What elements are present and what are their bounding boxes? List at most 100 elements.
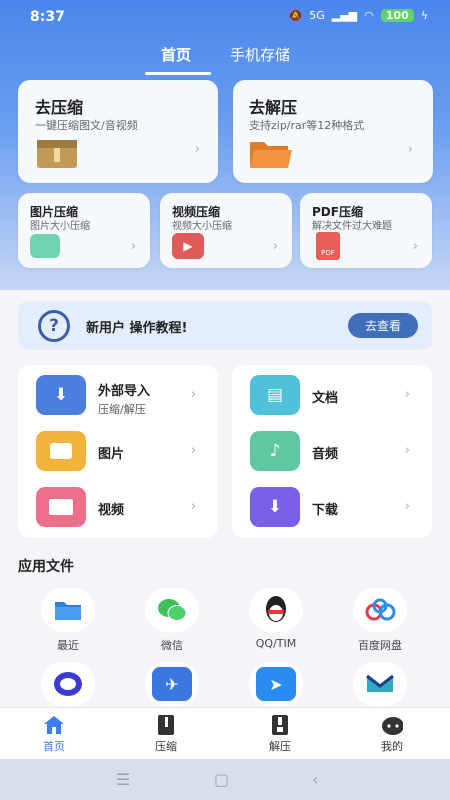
app-item[interactable] [35,662,101,706]
app-label: QQ/TIM [255,637,297,650]
chevron-right-icon: › [412,239,418,254]
app-label: 百度网盘 [358,639,402,652]
charging-icon: ϟ [420,9,428,22]
nav-profile[interactable]: 我的 [362,714,422,754]
image-compress-subtitle: 图片大小压缩 [30,221,90,232]
app-recent[interactable]: 最近 [35,588,101,653]
document-icon: ▤ [250,375,300,415]
tab-phone-storage[interactable]: 手机存储 [230,44,290,65]
decompress-card-subtitle: 支持zip/rar等12种格式 [249,119,365,132]
import-label: 外部导入 [98,384,151,399]
documents-label: 文档 [312,391,339,406]
nav-home[interactable]: 首页 [24,714,84,754]
list-item-documents[interactable]: ▤ 文档 › [232,369,432,419]
chevron-right-icon: › [190,387,196,402]
app-baidu-netdisk[interactable]: 百度网盘 [347,588,413,653]
zip-file-icon [155,714,177,736]
app-qq-tim[interactable]: QQ/TIM [243,588,309,650]
send-icon: ➤ [249,662,303,706]
archive-box-icon [35,136,79,174]
profile-icon [381,714,403,736]
audio-label: 音频 [312,447,339,462]
list-item-import[interactable]: ⬇ 外部导入 压缩/解压 › [18,369,218,419]
chevron-right-icon: › [190,499,196,514]
chevron-right-icon: › [190,443,196,458]
pictures-label: 图片 [98,447,125,462]
unzip-file-icon [269,714,291,736]
bottom-nav: 首页 压缩 解压 我的 [0,707,450,759]
banner-text: 新用户 操作教程! [86,321,188,336]
list-item-audio[interactable]: ♪ 音频 › [232,425,432,475]
view-tutorial-button[interactable]: 去查看 [348,313,418,338]
nav-profile-label: 我的 [381,740,403,753]
chevron-right-icon: › [272,239,278,254]
pdf-compress-card[interactable]: PDF压缩 解决文件过大难题 PDF › [300,193,432,268]
list-item-downloads[interactable]: ⬇ 下载 › [232,481,432,531]
app-item[interactable]: ➤ [243,662,309,706]
nav-decompress[interactable]: 解压 [250,714,310,754]
home-square-icon[interactable]: ▢ [214,770,229,789]
signal-icon: ▂▄▆ [331,9,358,22]
system-nav-bar: ☰ ▢ ‹ [0,759,450,800]
help-icon: ? [38,310,70,342]
inbox-icon [353,662,407,706]
chevron-right-icon: › [130,239,136,254]
home-icon [43,714,65,736]
menu-icon[interactable]: ☰ [116,770,130,789]
app-label: 微信 [161,639,183,652]
app-label: 最近 [57,639,79,652]
compress-card-subtitle: 一键压缩图文/音视频 [35,119,138,132]
app-item[interactable]: ✈ [139,662,205,706]
list-item-videos[interactable]: 视频 › [18,481,218,531]
network-label: 5G [309,9,325,22]
list-item-pictures[interactable]: 图片 › [18,425,218,475]
mute-icon: 🔕 [288,9,303,22]
chevron-right-icon: › [404,499,410,514]
picture-icon [36,431,86,471]
nav-decompress-label: 解压 [269,740,291,753]
chevron-right-icon: › [404,387,410,402]
nav-compress-label: 压缩 [155,740,177,753]
nav-compress[interactable]: 压缩 [136,714,196,754]
video-icon [36,487,86,527]
paper-plane-icon: ✈ [145,662,199,706]
top-tabs: 首页 手机存储 [0,44,450,75]
wifi-icon: ◠ [364,9,374,22]
import-sublabel: 压缩/解压 [98,403,146,416]
app-wechat[interactable]: 微信 [139,588,205,653]
wechat-icon [145,588,199,632]
videos-label: 视频 [98,503,125,518]
pdf-compress-subtitle: 解决文件过大难题 [312,221,392,232]
pdf-icon: PDF [316,232,340,260]
image-compress-card[interactable]: 图片压缩 图片大小压缩 › [18,193,150,268]
chat-bubble-icon [41,662,95,706]
video-compress-card[interactable]: 视频压缩 视频大小压缩 ▶ › [160,193,292,268]
status-bar: 8:37 🔕 5G ▂▄▆ ◠ 100 ϟ [0,0,450,34]
video-compress-subtitle: 视频大小压缩 [172,221,232,232]
downloads-label: 下载 [312,503,339,518]
chevron-right-icon: › [404,443,410,458]
compress-card-title: 去压缩 [35,98,84,117]
download-icon: ⬇ [36,375,86,415]
decompress-card[interactable]: 去解压 支持zip/rar等12种格式 › [233,80,433,183]
battery-badge: 100 [380,9,414,22]
nav-home-label: 首页 [43,740,65,753]
qq-icon [249,588,303,632]
baidu-netdisk-icon [353,588,407,632]
files-panel: ▤ 文档 › ♪ 音频 › ⬇ 下载 › [232,365,432,538]
tutorial-banner[interactable]: ? 新用户 操作教程! 去查看 [18,301,432,350]
image-icon [30,234,60,258]
app-item[interactable] [347,662,413,706]
status-time: 8:37 [30,9,65,25]
chevron-right-icon: › [194,142,200,157]
open-folder-icon [248,136,292,174]
tab-home[interactable]: 首页 [161,44,191,65]
chevron-right-icon: › [407,142,413,157]
back-icon[interactable]: ‹ [312,770,318,789]
folder-icon [41,588,95,632]
music-icon: ♪ [250,431,300,471]
tab-underline [145,72,211,75]
decompress-card-title: 去解压 [249,98,298,117]
compress-card[interactable]: 去压缩 一键压缩图文/音视频 › [18,80,218,183]
import-panel: ⬇ 外部导入 压缩/解压 › 图片 › 视频 › [18,365,218,538]
